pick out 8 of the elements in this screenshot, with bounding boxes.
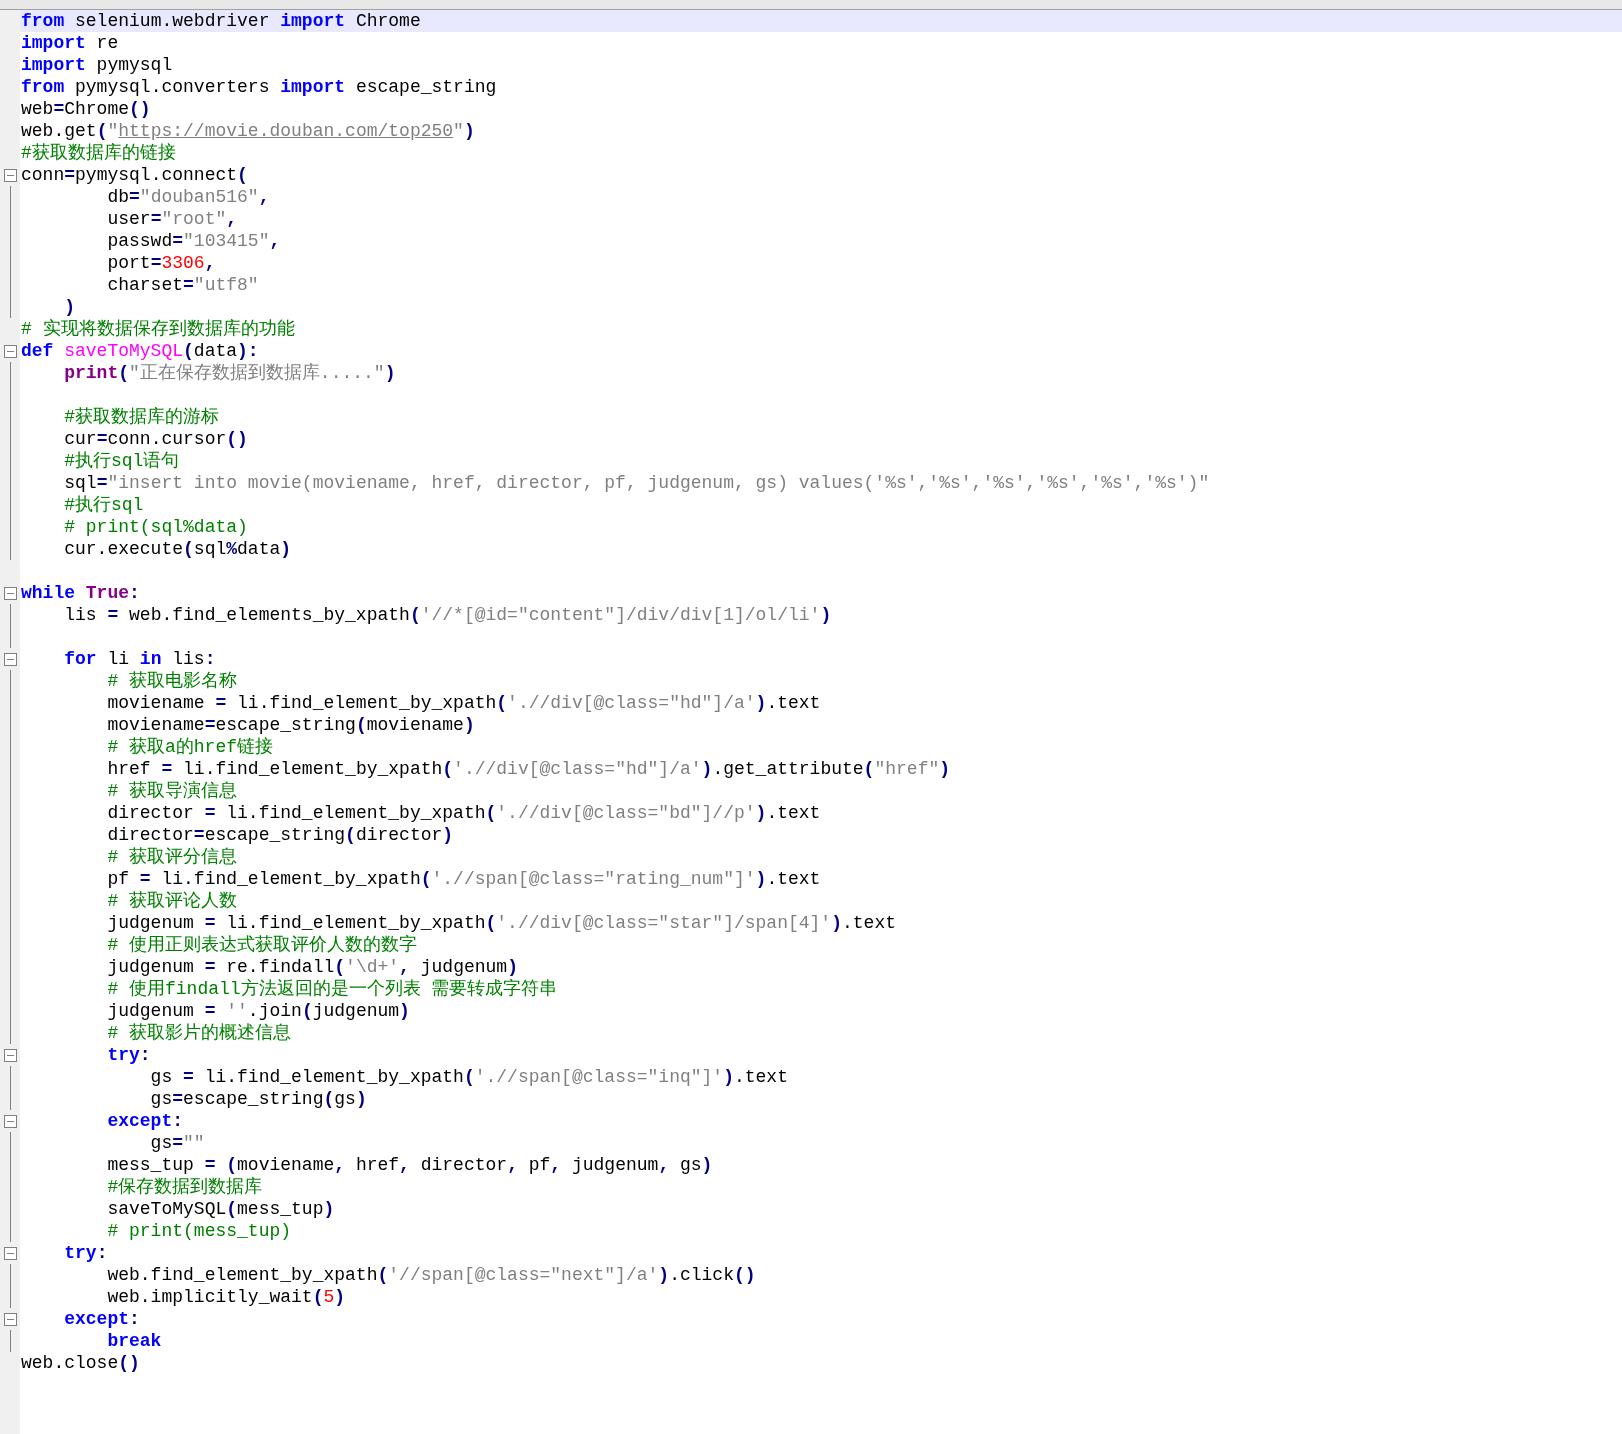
fold-toggle-icon[interactable] [3, 344, 17, 358]
fold-toggle-icon[interactable] [3, 1246, 17, 1260]
fold-toggle-icon[interactable] [3, 652, 17, 666]
fold-toggle-icon[interactable] [3, 1048, 17, 1062]
fold-toggle-icon[interactable] [3, 1114, 17, 1128]
fold-toggle-icon[interactable] [3, 1312, 17, 1326]
fold-toggle-icon[interactable] [3, 168, 17, 182]
fold-toggle-icon[interactable] [3, 586, 17, 600]
